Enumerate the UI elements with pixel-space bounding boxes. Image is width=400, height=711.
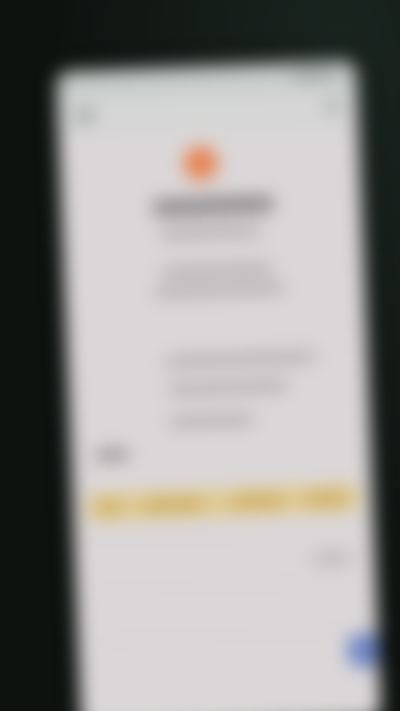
highlighted-row[interactable] <box>86 484 360 521</box>
highlight-text-segment <box>96 501 122 513</box>
body-text-line <box>154 283 285 298</box>
highlight-text-segment <box>306 492 347 505</box>
body-text-line <box>161 263 272 277</box>
list-divider <box>92 580 360 592</box>
section-label <box>94 449 130 461</box>
list-divider <box>90 530 358 542</box>
subtitle-line <box>160 226 261 239</box>
body-text-line <box>168 381 289 395</box>
floating-action-icon[interactable] <box>345 631 382 670</box>
highlight-text-segment <box>232 495 283 508</box>
app-logo-icon <box>183 145 219 181</box>
status-icons <box>292 70 337 80</box>
list-item[interactable] <box>312 552 352 564</box>
phone-screen <box>56 60 382 711</box>
page-title <box>153 195 274 217</box>
back-arrow-icon[interactable] <box>75 108 95 124</box>
body-text-line <box>169 414 254 427</box>
body-text-line <box>165 352 316 367</box>
list-divider <box>93 630 362 642</box>
more-menu-icon[interactable] <box>325 98 340 114</box>
highlight-text-segment <box>142 498 203 511</box>
